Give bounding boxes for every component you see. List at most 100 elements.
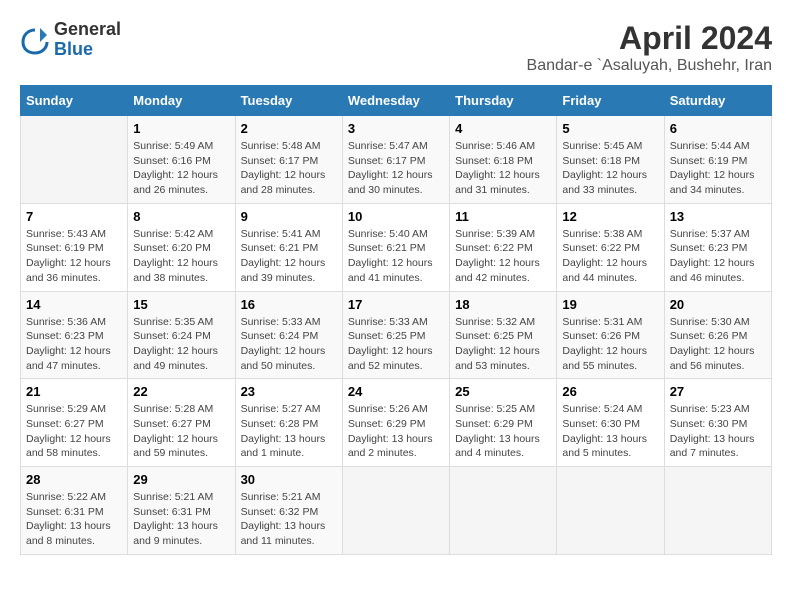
calendar-cell: 12 Sunrise: 5:38 AMSunset: 6:22 PMDayligh… xyxy=(557,203,664,291)
day-info: Sunrise: 5:25 AMSunset: 6:29 PMDaylight:… xyxy=(455,402,551,461)
logo-text: General Blue xyxy=(54,20,121,60)
calendar-week-2: 7 Sunrise: 5:43 AMSunset: 6:19 PMDaylight… xyxy=(21,203,772,291)
day-info: Sunrise: 5:41 AMSunset: 6:21 PMDaylight:… xyxy=(241,227,337,286)
calendar-table: SundayMondayTuesdayWednesdayThursdayFrid… xyxy=(20,85,772,555)
day-info: Sunrise: 5:28 AMSunset: 6:27 PMDaylight:… xyxy=(133,402,229,461)
day-info: Sunrise: 5:27 AMSunset: 6:28 PMDaylight:… xyxy=(241,402,337,461)
calendar-cell: 5 Sunrise: 5:45 AMSunset: 6:18 PMDaylight… xyxy=(557,116,664,204)
day-info: Sunrise: 5:45 AMSunset: 6:18 PMDaylight:… xyxy=(562,139,658,198)
calendar-cell: 26 Sunrise: 5:24 AMSunset: 6:30 PMDayligh… xyxy=(557,379,664,467)
calendar-cell: 14Sunrise: 5:36 AMSunset: 6:23 PMDayligh… xyxy=(21,291,128,379)
day-info: Sunrise: 5:47 AMSunset: 6:17 PMDaylight:… xyxy=(348,139,444,198)
day-number: 14 xyxy=(26,297,122,312)
calendar-cell: 2Sunrise: 5:48 AMSunset: 6:17 PMDaylight… xyxy=(235,116,342,204)
day-number: 18 xyxy=(455,297,551,312)
day-info: Sunrise: 5:33 AMSunset: 6:25 PMDaylight:… xyxy=(348,315,444,374)
calendar-week-4: 21 Sunrise: 5:29 AMSunset: 6:27 PMDayligh… xyxy=(21,379,772,467)
day-info: Sunrise: 5:23 AMSunset: 6:30 PMDaylight:… xyxy=(670,402,766,461)
day-info: Sunrise: 5:38 AMSunset: 6:22 PMDaylight:… xyxy=(562,227,658,286)
day-info: Sunrise: 5:30 AMSunset: 6:26 PMDaylight:… xyxy=(670,315,766,374)
calendar-cell: 1 Sunrise: 5:49 AMSunset: 6:16 PMDaylight… xyxy=(128,116,235,204)
day-number: 4 xyxy=(455,121,551,136)
day-number: 29 xyxy=(133,472,229,487)
header-day-wednesday: Wednesday xyxy=(342,86,449,116)
calendar-week-1: 1 Sunrise: 5:49 AMSunset: 6:16 PMDaylight… xyxy=(21,116,772,204)
day-number: 22 xyxy=(133,384,229,399)
calendar-cell: 3 Sunrise: 5:47 AMSunset: 6:17 PMDaylight… xyxy=(342,116,449,204)
calendar-header: SundayMondayTuesdayWednesdayThursdayFrid… xyxy=(21,86,772,116)
day-number: 13 xyxy=(670,209,766,224)
day-number: 7 xyxy=(26,209,122,224)
day-number: 1 xyxy=(133,121,229,136)
calendar-cell: 17 Sunrise: 5:33 AMSunset: 6:25 PMDayligh… xyxy=(342,291,449,379)
day-info: Sunrise: 5:44 AMSunset: 6:19 PMDaylight:… xyxy=(670,139,766,198)
calendar-cell: 15 Sunrise: 5:35 AMSunset: 6:24 PMDayligh… xyxy=(128,291,235,379)
calendar-cell xyxy=(664,467,771,555)
day-info: Sunrise: 5:31 AMSunset: 6:26 PMDaylight:… xyxy=(562,315,658,374)
day-info: Sunrise: 5:21 AMSunset: 6:31 PMDaylight:… xyxy=(133,490,229,549)
header-day-saturday: Saturday xyxy=(664,86,771,116)
logo-icon xyxy=(20,25,50,55)
day-number: 6 xyxy=(670,121,766,136)
day-info: Sunrise: 5:21 AMSunset: 6:32 PMDaylight:… xyxy=(241,490,337,549)
day-number: 15 xyxy=(133,297,229,312)
calendar-cell: 20 Sunrise: 5:30 AMSunset: 6:26 PMDayligh… xyxy=(664,291,771,379)
day-number: 20 xyxy=(670,297,766,312)
calendar-week-5: 28 Sunrise: 5:22 AMSunset: 6:31 PMDayligh… xyxy=(21,467,772,555)
calendar-cell: 18 Sunrise: 5:32 AMSunset: 6:25 PMDayligh… xyxy=(450,291,557,379)
day-number: 28 xyxy=(26,472,122,487)
header-day-thursday: Thursday xyxy=(450,86,557,116)
page-header: General Blue April 2024 Bandar-e `Asaluy… xyxy=(20,20,772,75)
calendar-cell: 7 Sunrise: 5:43 AMSunset: 6:19 PMDaylight… xyxy=(21,203,128,291)
day-info: Sunrise: 5:48 AMSunset: 6:17 PMDaylight:… xyxy=(241,139,337,198)
day-info: Sunrise: 5:24 AMSunset: 6:30 PMDaylight:… xyxy=(562,402,658,461)
calendar-cell: 29 Sunrise: 5:21 AMSunset: 6:31 PMDayligh… xyxy=(128,467,235,555)
day-info: Sunrise: 5:37 AMSunset: 6:23 PMDaylight:… xyxy=(670,227,766,286)
logo-blue-text: Blue xyxy=(54,40,121,60)
day-number: 27 xyxy=(670,384,766,399)
day-number: 19 xyxy=(562,297,658,312)
calendar-cell: 19 Sunrise: 5:31 AMSunset: 6:26 PMDayligh… xyxy=(557,291,664,379)
day-info: Sunrise: 5:33 AMSunset: 6:24 PMDaylight:… xyxy=(241,315,337,374)
day-number: 24 xyxy=(348,384,444,399)
header-day-monday: Monday xyxy=(128,86,235,116)
calendar-cell xyxy=(450,467,557,555)
day-number: 8 xyxy=(133,209,229,224)
day-number: 21 xyxy=(26,384,122,399)
calendar-cell: 22 Sunrise: 5:28 AMSunset: 6:27 PMDayligh… xyxy=(128,379,235,467)
day-info: Sunrise: 5:35 AMSunset: 6:24 PMDaylight:… xyxy=(133,315,229,374)
calendar-cell: 16 Sunrise: 5:33 AMSunset: 6:24 PMDayligh… xyxy=(235,291,342,379)
day-number: 11 xyxy=(455,209,551,224)
calendar-cell: 28 Sunrise: 5:22 AMSunset: 6:31 PMDayligh… xyxy=(21,467,128,555)
day-info: Sunrise: 5:22 AMSunset: 6:31 PMDaylight:… xyxy=(26,490,122,549)
day-info: Sunrise: 5:32 AMSunset: 6:25 PMDaylight:… xyxy=(455,315,551,374)
day-info: Sunrise: 5:43 AMSunset: 6:19 PMDaylight:… xyxy=(26,227,122,286)
day-number: 12 xyxy=(562,209,658,224)
day-number: 3 xyxy=(348,121,444,136)
calendar-cell xyxy=(21,116,128,204)
calendar-cell: 21 Sunrise: 5:29 AMSunset: 6:27 PMDayligh… xyxy=(21,379,128,467)
calendar-cell: 24Sunrise: 5:26 AMSunset: 6:29 PMDayligh… xyxy=(342,379,449,467)
header-day-tuesday: Tuesday xyxy=(235,86,342,116)
day-info: Sunrise: 5:49 AMSunset: 6:16 PMDaylight:… xyxy=(133,139,229,198)
day-number: 17 xyxy=(348,297,444,312)
main-title: April 2024 xyxy=(527,20,772,57)
calendar-cell xyxy=(557,467,664,555)
day-info: Sunrise: 5:29 AMSunset: 6:27 PMDaylight:… xyxy=(26,402,122,461)
calendar-cell: 6 Sunrise: 5:44 AMSunset: 6:19 PMDaylight… xyxy=(664,116,771,204)
subtitle: Bandar-e `Asaluyah, Bushehr, Iran xyxy=(527,57,772,75)
day-number: 10 xyxy=(348,209,444,224)
day-number: 5 xyxy=(562,121,658,136)
day-info: Sunrise: 5:42 AMSunset: 6:20 PMDaylight:… xyxy=(133,227,229,286)
header-day-friday: Friday xyxy=(557,86,664,116)
day-info: Sunrise: 5:46 AMSunset: 6:18 PMDaylight:… xyxy=(455,139,551,198)
day-number: 26 xyxy=(562,384,658,399)
day-number: 16 xyxy=(241,297,337,312)
calendar-cell: 11 Sunrise: 5:39 AMSunset: 6:22 PMDayligh… xyxy=(450,203,557,291)
calendar-cell: 30Sunrise: 5:21 AMSunset: 6:32 PMDayligh… xyxy=(235,467,342,555)
calendar-body: 1 Sunrise: 5:49 AMSunset: 6:16 PMDaylight… xyxy=(21,116,772,555)
day-info: Sunrise: 5:39 AMSunset: 6:22 PMDaylight:… xyxy=(455,227,551,286)
title-area: April 2024 Bandar-e `Asaluyah, Bushehr, … xyxy=(527,20,772,75)
calendar-cell: 25Sunrise: 5:25 AMSunset: 6:29 PMDayligh… xyxy=(450,379,557,467)
calendar-cell: 23Sunrise: 5:27 AMSunset: 6:28 PMDayligh… xyxy=(235,379,342,467)
